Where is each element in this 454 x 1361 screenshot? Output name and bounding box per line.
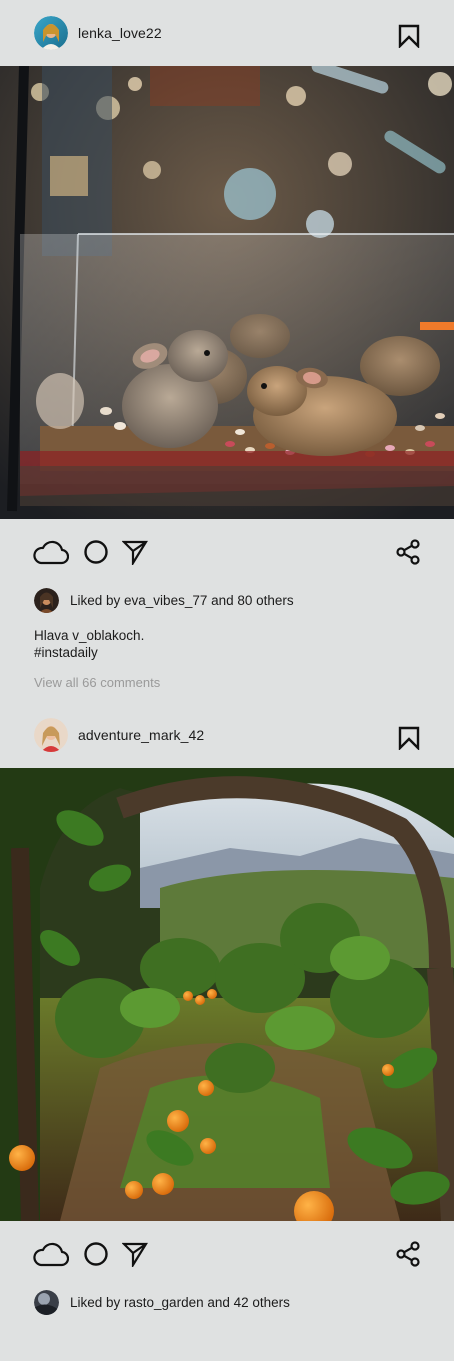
- hashtag-link[interactable]: #instadaily: [0, 644, 454, 661]
- post-actions: [0, 1221, 454, 1287]
- likes-row: Liked by rasto_garden and 42 others: [0, 1287, 454, 1317]
- circle-icon[interactable]: [83, 1241, 109, 1267]
- post: adventure_mark_42 Liked by rasto_garden …: [0, 702, 454, 1317]
- avatar[interactable]: [34, 16, 68, 50]
- username[interactable]: lenka_love22: [78, 25, 162, 41]
- share-icon[interactable]: [395, 539, 421, 565]
- post-actions: [0, 519, 454, 585]
- post: lenka_love22 Liked by eva_vibes_77 and 8…: [0, 0, 454, 690]
- caption: Hlava v_oblakoch.: [34, 628, 145, 643]
- send-icon[interactable]: [122, 1241, 148, 1267]
- bookmark-icon[interactable]: [398, 726, 420, 750]
- post-photo[interactable]: [0, 66, 454, 519]
- post-photo[interactable]: [0, 768, 454, 1221]
- username[interactable]: adventure_mark_42: [78, 727, 204, 743]
- feed: lenka_love22 Liked by eva_vibes_77 and 8…: [0, 0, 454, 1361]
- liker-avatar[interactable]: [34, 587, 59, 613]
- circle-icon[interactable]: [83, 539, 109, 565]
- avatar[interactable]: [34, 718, 68, 752]
- cloud-icon[interactable]: [33, 1241, 69, 1267]
- post-header: adventure_mark_42: [0, 702, 454, 768]
- likes-row: Liked by eva_vibes_77 and 80 others: [0, 585, 454, 615]
- post-header: lenka_love22: [0, 0, 454, 66]
- bookmark-icon[interactable]: [398, 24, 420, 48]
- view-comments-link[interactable]: View all 66 comments: [0, 675, 454, 690]
- cloud-icon[interactable]: [33, 539, 69, 565]
- likes-text[interactable]: Liked by eva_vibes_77 and 80 others: [70, 593, 294, 608]
- liker-avatar[interactable]: [34, 1289, 59, 1315]
- share-icon[interactable]: [395, 1241, 421, 1267]
- send-icon[interactable]: [122, 539, 148, 565]
- likes-text[interactable]: Liked by rasto_garden and 42 others: [70, 1295, 290, 1310]
